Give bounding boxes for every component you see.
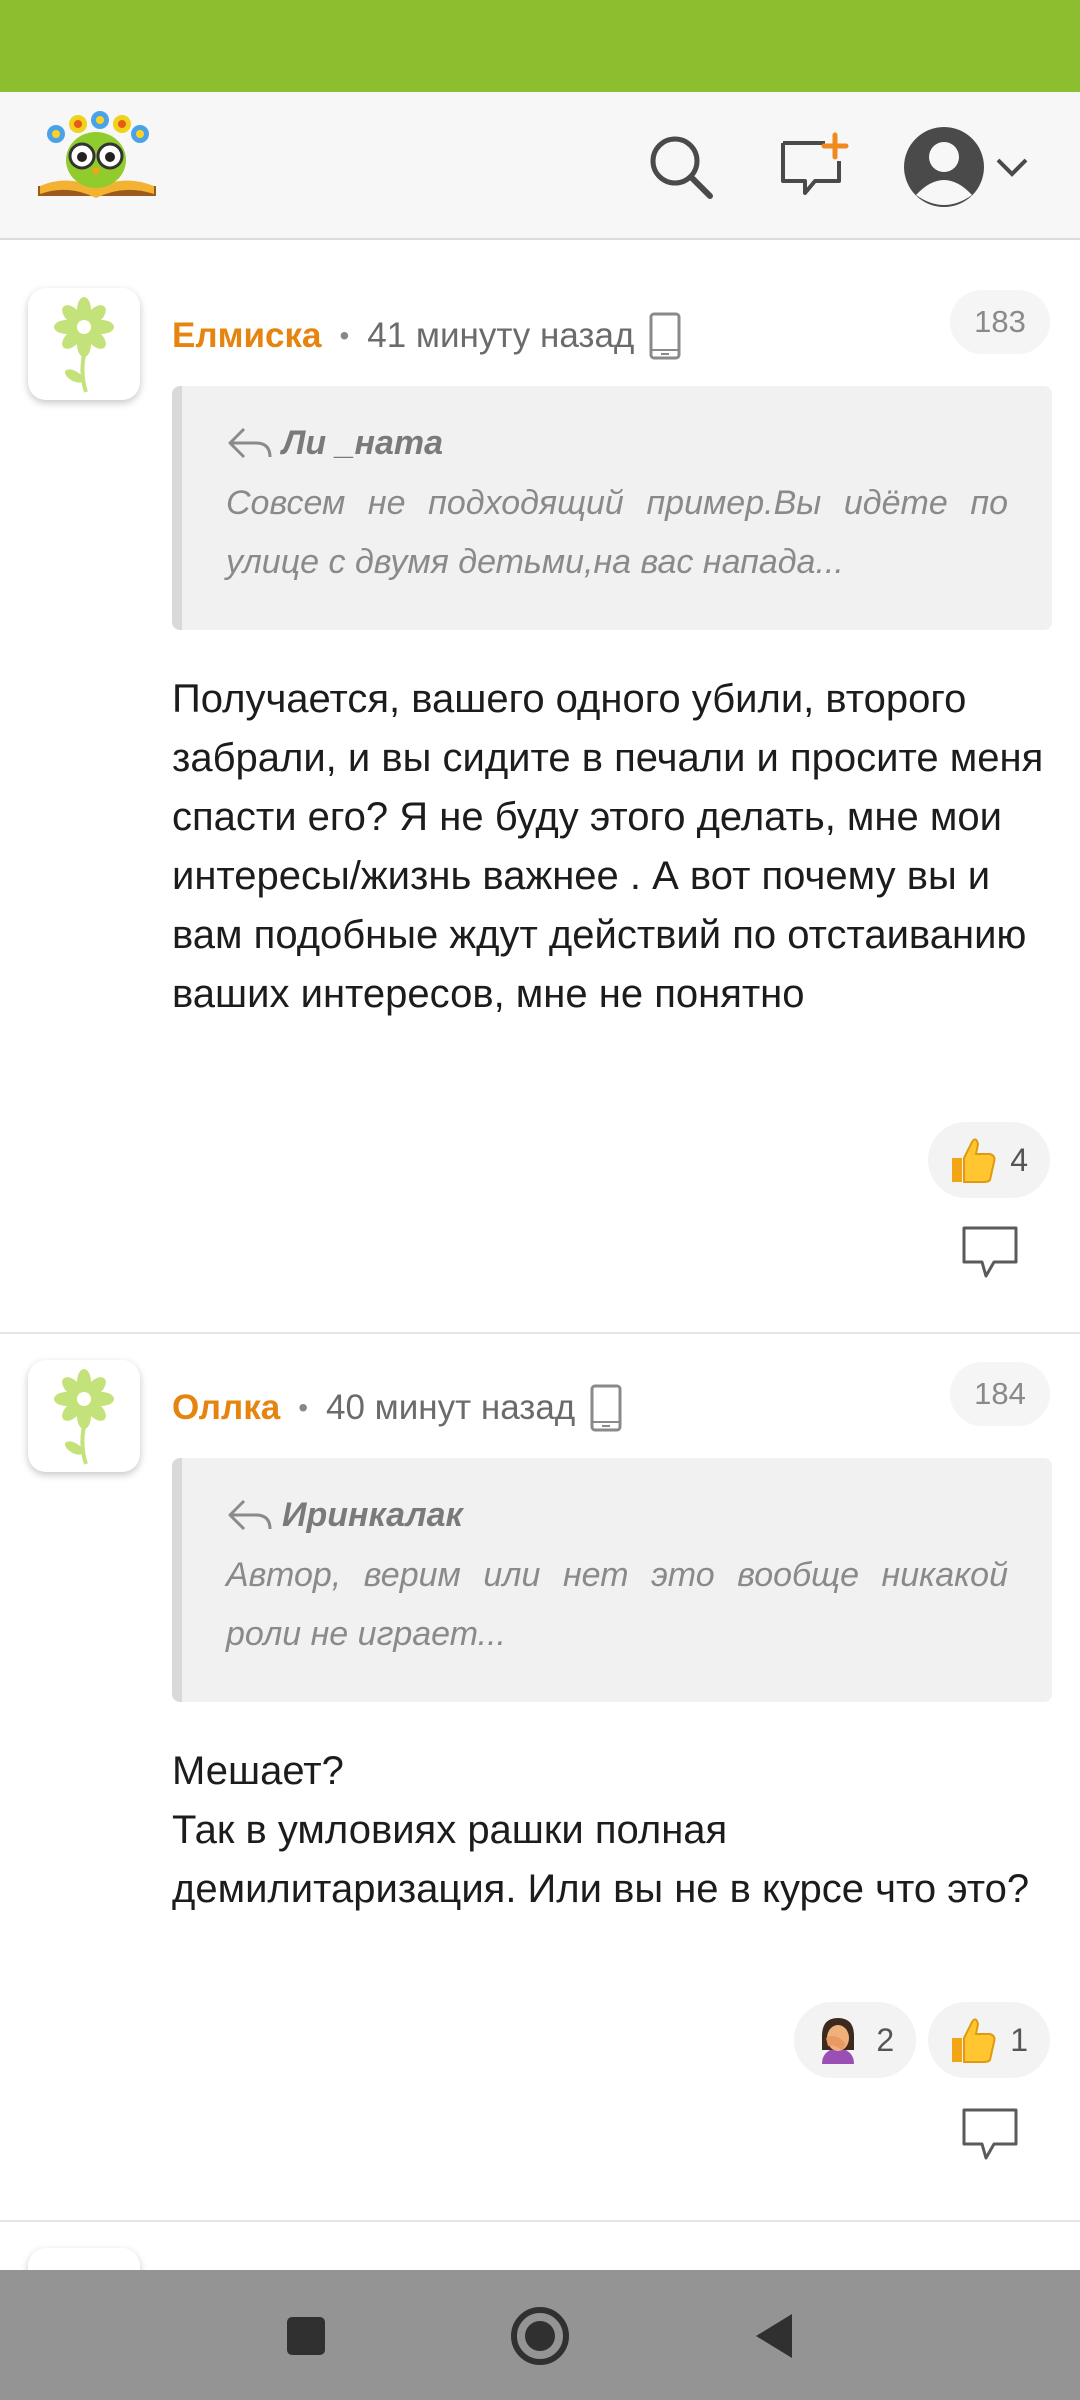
- facepalm-icon: [812, 2014, 864, 2066]
- comment-number-badge: 184: [950, 1362, 1050, 1426]
- status-bar: [0, 0, 1080, 92]
- new-comment-button[interactable]: [768, 122, 858, 212]
- comment-time: 41 минуту назад: [367, 316, 635, 355]
- quote-author: Ли _ната: [282, 423, 444, 462]
- comment-text-line: Мешает?: [172, 1749, 344, 1793]
- reaction-count: 1: [1010, 2021, 1028, 2058]
- reply-comment-icon[interactable]: [960, 1224, 1020, 1280]
- system-nav-bar: [0, 2270, 1080, 2400]
- avatar-icon: [904, 127, 984, 207]
- flower-avatar-icon: [54, 297, 114, 393]
- home-button[interactable]: [504, 2300, 576, 2372]
- comment-item: Оллка • 40 минут назад 184 Иринкалак Авт…: [0, 1334, 1080, 2222]
- comment-meta: Оллка • 40 минут назад: [172, 1380, 623, 1436]
- search-button[interactable]: [636, 122, 726, 212]
- reaction-facepalm[interactable]: 2: [794, 2002, 917, 2078]
- separator-dot: •: [339, 320, 350, 351]
- reply-arrow-icon: [228, 1499, 272, 1531]
- reaction-count: 2: [876, 2021, 895, 2058]
- profile-menu-button[interactable]: [892, 122, 1042, 212]
- quote-author-row: Ли _ната: [226, 418, 1008, 468]
- reaction-thumbs-up[interactable]: 1: [928, 2002, 1050, 2078]
- user-avatar[interactable]: [28, 288, 140, 400]
- comment-time: 40 минут назад: [326, 1388, 576, 1427]
- phone-icon: [648, 312, 682, 360]
- app-header: [0, 92, 1080, 240]
- search-icon: [650, 136, 713, 199]
- reading-owl-logo-icon: [38, 111, 156, 198]
- quote-text: Автор, верим или нет это вообще никакой …: [226, 1556, 1008, 1653]
- phone-icon: [589, 1384, 623, 1432]
- comment-text: Мешает? Так в умловиях рашки полная деми…: [172, 1742, 1052, 1919]
- comment-text: Получается, вашего одного убили, второго…: [172, 677, 1044, 1016]
- thumbs-up-icon: [946, 2014, 998, 2066]
- comment-text-line: Так в умловиях рашки полная демилитариза…: [172, 1808, 1030, 1911]
- back-button[interactable]: [738, 2300, 810, 2372]
- comment-meta: Елмиска • 41 минуту назад: [172, 308, 682, 364]
- author-name[interactable]: Елмиска: [172, 316, 321, 356]
- reply-arrow-icon: [228, 427, 272, 459]
- circle-icon: [511, 2307, 569, 2365]
- reactions: 2 1: [794, 2002, 1050, 2078]
- reply-comment-icon[interactable]: [960, 2106, 1020, 2162]
- reactions: 4: [928, 1122, 1050, 1198]
- square-icon: [287, 2317, 325, 2355]
- quoted-comment[interactable]: Иринкалак Автор, верим или нет это вообщ…: [172, 1458, 1052, 1702]
- quote-author-row: Иринкалак: [226, 1490, 1008, 1540]
- comment-number-badge: 183: [950, 290, 1050, 354]
- comment-item: Елмиска • 41 минуту назад 183 Ли _ната С…: [0, 262, 1080, 1334]
- user-avatar[interactable]: [28, 1360, 140, 1472]
- author-name[interactable]: Оллка: [172, 1388, 280, 1428]
- separator-dot: •: [298, 1392, 309, 1423]
- quote-text: Совсем не подходящий пример.Вы идёте по …: [226, 484, 1008, 581]
- quote-author: Иринкалак: [282, 1495, 463, 1534]
- chevron-down-icon: [996, 158, 1028, 177]
- reaction-thumbs-up[interactable]: 4: [928, 1122, 1050, 1198]
- comments-feed: Елмиска • 41 минуту назад 183 Ли _ната С…: [0, 262, 1080, 2360]
- thumbs-up-icon: [946, 1134, 998, 1186]
- site-logo[interactable]: [34, 108, 160, 218]
- quoted-comment[interactable]: Ли _ната Совсем не подходящий пример.Вы …: [172, 386, 1052, 630]
- recents-button[interactable]: [270, 2300, 342, 2372]
- new-comment-icon: [781, 132, 849, 195]
- flower-avatar-icon: [54, 1369, 114, 1465]
- reaction-count: 4: [1010, 1141, 1028, 1178]
- triangle-back-icon: [756, 2314, 792, 2358]
